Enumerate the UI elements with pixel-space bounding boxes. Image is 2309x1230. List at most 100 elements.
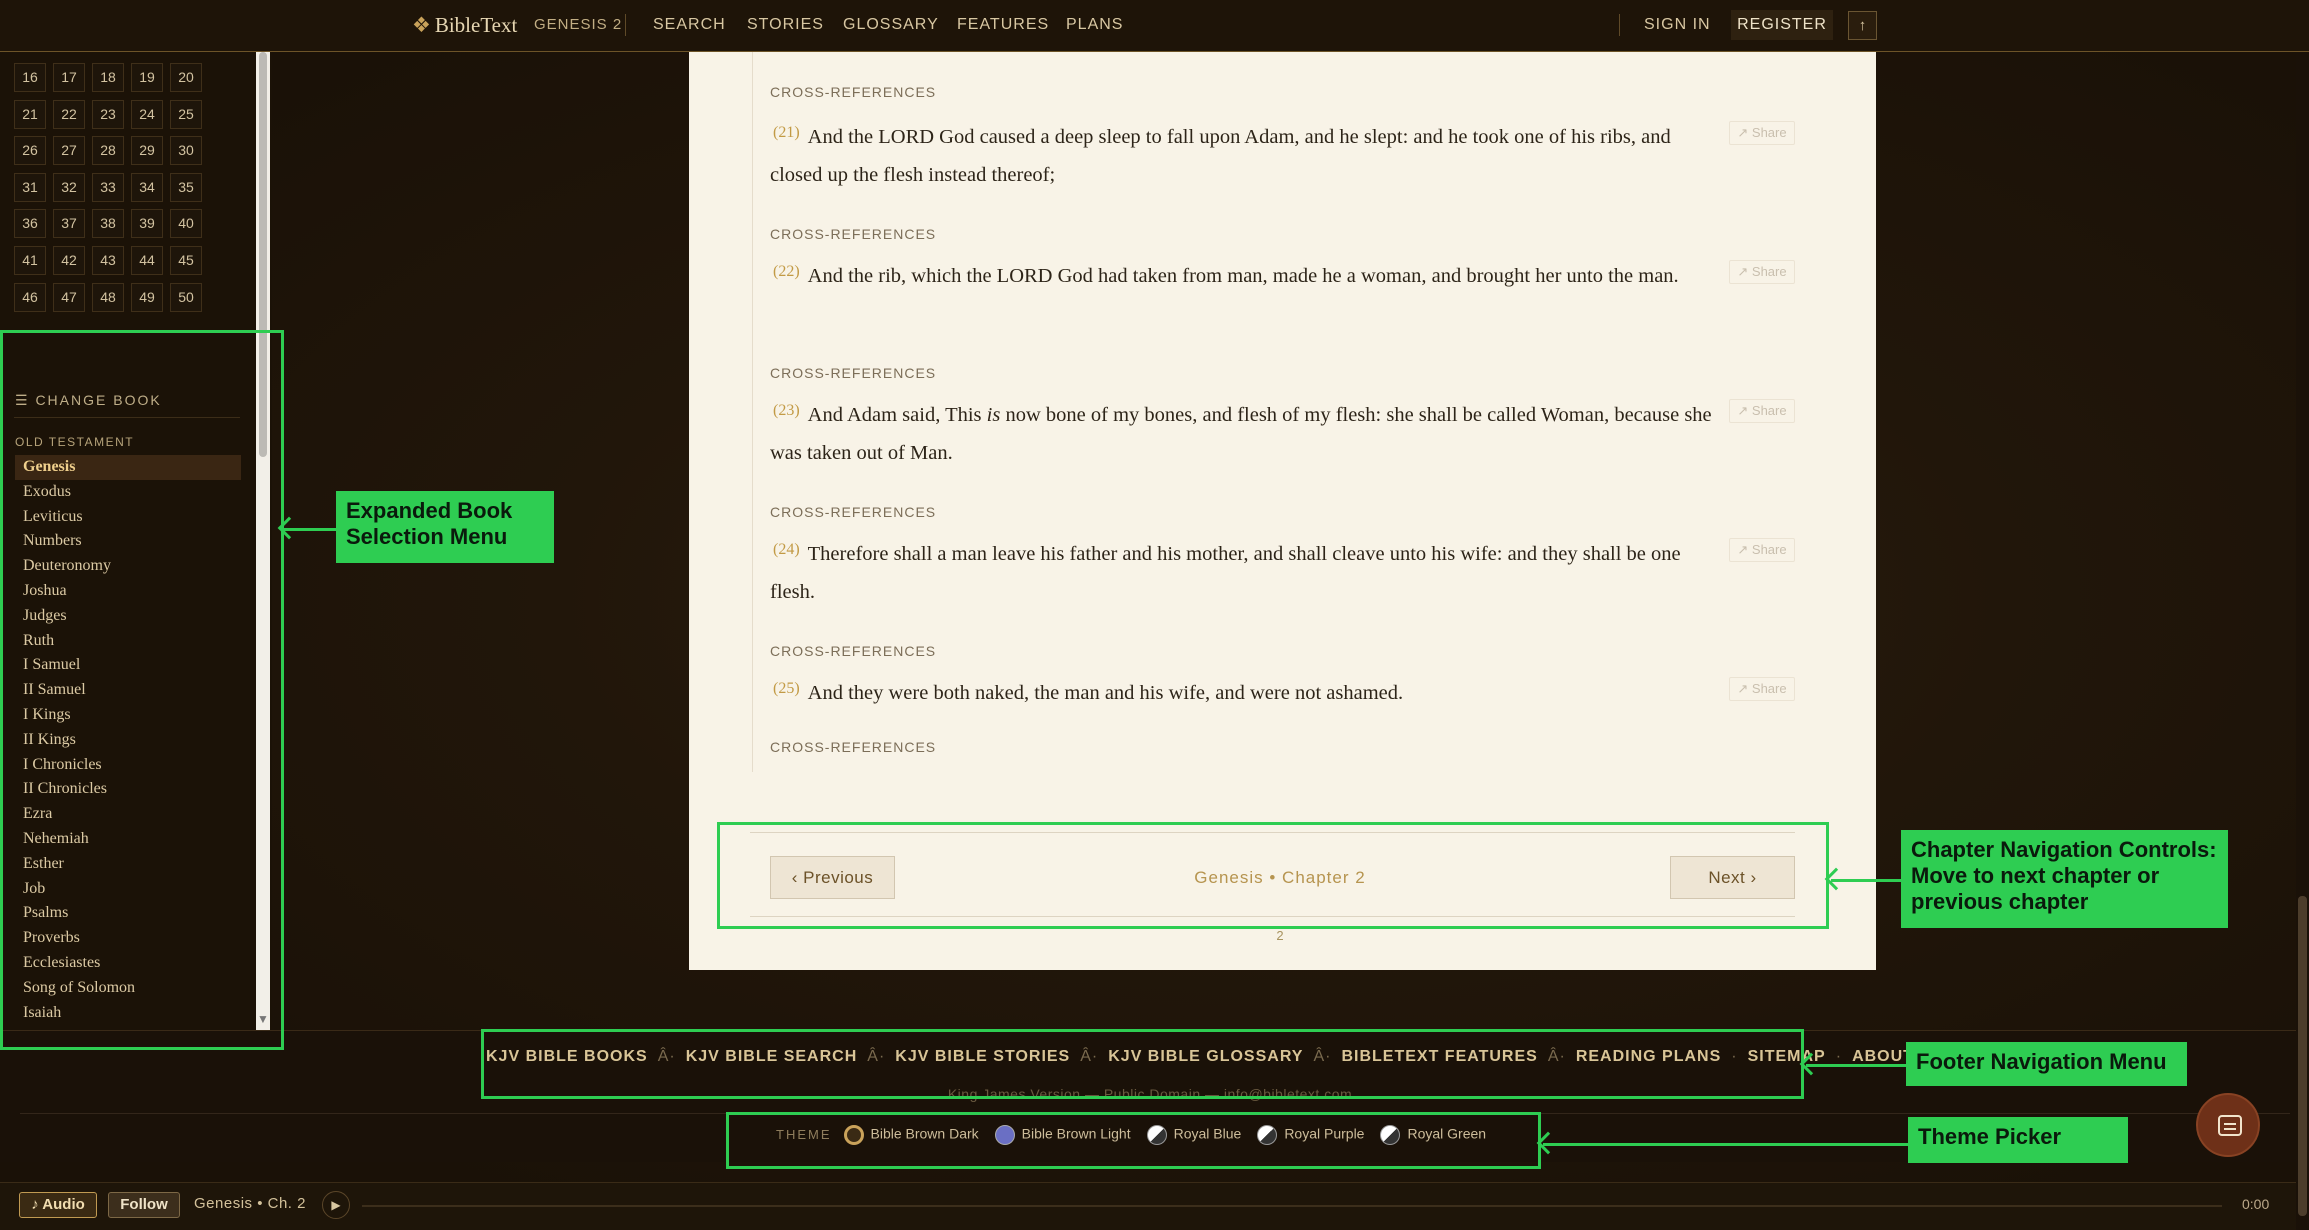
chat-bubble-icon bbox=[2218, 1115, 2242, 1136]
cross-references-link[interactable]: CROSS-REFERENCES bbox=[770, 643, 936, 659]
chat-line bbox=[2224, 1123, 2236, 1125]
audio-progress-track[interactable] bbox=[362, 1205, 2222, 1207]
chapter-button[interactable]: 40 bbox=[170, 209, 202, 239]
chapter-button[interactable]: 36 bbox=[14, 209, 46, 239]
chapter-button[interactable]: 42 bbox=[53, 246, 85, 275]
chapter-button[interactable]: 16 bbox=[14, 63, 46, 92]
brand-logo[interactable]: ❖ BibleText bbox=[412, 0, 517, 50]
chapter-button[interactable]: 50 bbox=[170, 282, 202, 312]
chapter-button[interactable]: 38 bbox=[92, 209, 124, 239]
chapter-button[interactable]: 24 bbox=[131, 99, 163, 129]
verse-number[interactable]: (23) bbox=[773, 402, 800, 419]
chapter-button[interactable]: 18 bbox=[92, 63, 124, 92]
nav-divider bbox=[625, 14, 626, 36]
page-scroll-thumb[interactable] bbox=[2298, 896, 2307, 1216]
share-button[interactable]: ↗ Share bbox=[1729, 121, 1795, 145]
diamond-icon: ❖ bbox=[412, 13, 431, 37]
annotation-box-theme-picker bbox=[726, 1112, 1541, 1169]
chat-line bbox=[2224, 1128, 2236, 1130]
audio-time: 0:00 bbox=[2242, 1196, 2270, 1212]
verse-rule bbox=[752, 52, 753, 772]
player-chapter: Genesis • Ch. 2 bbox=[194, 1195, 306, 1212]
chapter-button[interactable]: 39 bbox=[131, 209, 163, 239]
chapter-button[interactable]: 32 bbox=[53, 172, 85, 202]
cross-references-link[interactable]: CROSS-REFERENCES bbox=[770, 84, 936, 100]
verse-number[interactable]: (24) bbox=[773, 541, 800, 558]
chapter-button[interactable]: 35 bbox=[170, 172, 202, 202]
annotation-label-chapter-nav: Chapter Navigation Controls: Move to nex… bbox=[1901, 830, 2228, 928]
page-number: 2 bbox=[1276, 928, 1284, 943]
nav-stories[interactable]: STORIES bbox=[747, 0, 824, 50]
cross-references-link[interactable]: CROSS-REFERENCES bbox=[770, 226, 936, 242]
verse-italic: is bbox=[986, 404, 1001, 426]
chapter-button[interactable]: 21 bbox=[14, 99, 46, 129]
verse-text: (21) And the LORD God caused a deep sleep… bbox=[770, 118, 1720, 194]
verse-text: (24) Therefore shall a man leave his fath… bbox=[770, 535, 1720, 611]
annotation-arrow bbox=[1831, 879, 1901, 882]
annotation-box-footer-nav bbox=[481, 1029, 1804, 1099]
verse-text: (25) And they were both naked, the man an… bbox=[770, 674, 1720, 712]
annotation-arrow bbox=[1543, 1143, 1908, 1146]
nav-divider bbox=[1619, 14, 1620, 36]
scroll-top-icon[interactable]: ↑ bbox=[1848, 11, 1877, 40]
brand-name: BibleText bbox=[434, 13, 518, 37]
verse-segment: And the rib, which the LORD God had take… bbox=[807, 265, 1679, 287]
annotation-label-footer-nav: Footer Navigation Menu bbox=[1906, 1042, 2187, 1086]
chapter-button[interactable]: 27 bbox=[53, 136, 85, 166]
chapter-button[interactable]: 26 bbox=[14, 136, 46, 166]
chapter-button[interactable]: 48 bbox=[92, 282, 124, 312]
share-button[interactable]: ↗ Share bbox=[1729, 260, 1795, 284]
verse-number[interactable]: (22) bbox=[773, 263, 800, 280]
chapter-button[interactable]: 17 bbox=[53, 63, 85, 92]
annotation-arrow bbox=[284, 528, 336, 531]
follow-button[interactable]: Follow bbox=[108, 1192, 180, 1218]
chapter-button[interactable]: 28 bbox=[92, 136, 124, 166]
chapter-button[interactable]: 19 bbox=[131, 63, 163, 92]
chapter-button[interactable]: 33 bbox=[92, 172, 124, 202]
annotation-arrow bbox=[1806, 1064, 1906, 1067]
cross-references-link[interactable]: CROSS-REFERENCES bbox=[770, 365, 936, 381]
top-navigation: ❖ BibleText GENESIS 2 SEARCH STORIES GLOS… bbox=[0, 0, 2309, 52]
chapter-button[interactable]: 30 bbox=[170, 136, 202, 166]
chapter-button[interactable]: 47 bbox=[53, 282, 85, 312]
annotation-box-chapter-nav bbox=[717, 822, 1829, 929]
chapter-button[interactable]: 43 bbox=[92, 246, 124, 275]
footer-separator: · bbox=[1835, 1048, 1843, 1065]
breadcrumb: GENESIS 2 bbox=[534, 16, 623, 33]
chapter-button[interactable]: 31 bbox=[14, 172, 46, 202]
verse-number[interactable]: (25) bbox=[773, 680, 800, 697]
chapter-button[interactable]: 46 bbox=[14, 282, 46, 312]
chapter-button[interactable]: 41 bbox=[14, 246, 46, 275]
nav-plans[interactable]: PLANS bbox=[1066, 0, 1123, 50]
sign-in-link[interactable]: SIGN IN bbox=[1644, 0, 1711, 50]
play-icon[interactable]: ▶ bbox=[322, 1191, 350, 1219]
cross-references-link[interactable]: CROSS-REFERENCES bbox=[770, 739, 936, 755]
annotation-label-theme-picker: Theme Picker bbox=[1908, 1117, 2128, 1163]
register-button[interactable]: REGISTER bbox=[1731, 10, 1833, 40]
chapter-button[interactable]: 34 bbox=[131, 172, 163, 202]
chapter-button[interactable]: 37 bbox=[53, 209, 85, 239]
share-button[interactable]: ↗ Share bbox=[1729, 677, 1795, 701]
footer-link[interactable]: ABOUT bbox=[1852, 1048, 1914, 1065]
chapter-button[interactable]: 45 bbox=[170, 246, 202, 275]
share-button[interactable]: ↗ Share bbox=[1729, 399, 1795, 423]
nav-search[interactable]: SEARCH bbox=[653, 0, 726, 50]
share-button[interactable]: ↗ Share bbox=[1729, 538, 1795, 562]
chapter-button[interactable]: 49 bbox=[131, 282, 163, 312]
chapter-button[interactable]: 20 bbox=[170, 63, 202, 92]
chat-button[interactable] bbox=[2196, 1093, 2260, 1157]
verse-segment: And Adam said, This bbox=[807, 404, 987, 426]
cross-references-link[interactable]: CROSS-REFERENCES bbox=[770, 504, 936, 520]
chapter-button[interactable]: 22 bbox=[53, 99, 85, 129]
audio-button[interactable]: ♪ Audio bbox=[19, 1192, 97, 1218]
nav-features[interactable]: FEATURES bbox=[957, 0, 1049, 50]
chapter-button[interactable]: 23 bbox=[92, 99, 124, 129]
nav-glossary[interactable]: GLOSSARY bbox=[843, 0, 939, 50]
chapter-button[interactable]: 29 bbox=[131, 136, 163, 166]
verse-text: (23) And Adam said, This is now bone of m… bbox=[770, 396, 1720, 472]
verse-segment: Therefore shall a man leave his father a… bbox=[770, 543, 1681, 603]
verse-number[interactable]: (21) bbox=[773, 124, 800, 141]
annotation-box-book-menu bbox=[0, 330, 284, 1050]
chapter-button[interactable]: 44 bbox=[131, 246, 163, 275]
chapter-button[interactable]: 25 bbox=[170, 99, 202, 129]
